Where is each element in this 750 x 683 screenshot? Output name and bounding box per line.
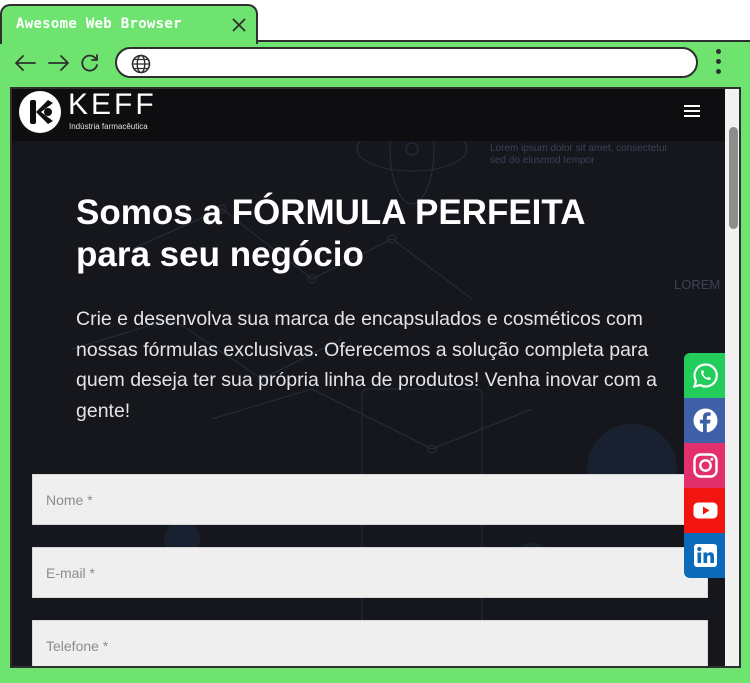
youtube-icon xyxy=(693,502,718,519)
facebook-icon xyxy=(693,408,718,433)
reload-icon[interactable] xyxy=(80,53,100,73)
linkedin-icon xyxy=(694,544,717,567)
hero-title-line2: para seu negócio xyxy=(76,235,364,274)
page-viewport: Lorem ipsum dolor sit amet, consectetur … xyxy=(10,87,741,668)
scrollbar-thumb[interactable] xyxy=(729,127,738,229)
address-bar[interactable] xyxy=(115,47,698,78)
forward-arrow-icon[interactable] xyxy=(47,53,71,73)
email-input[interactable] xyxy=(33,548,707,597)
name-input[interactable] xyxy=(33,475,707,524)
menu-kebab-icon[interactable] xyxy=(712,49,724,77)
logo-tagline: Indústria farmacêutica xyxy=(69,122,148,131)
hero-title: Somos a FÓRMULA PERFEITA para seu negóci… xyxy=(76,192,676,276)
url-input[interactable] xyxy=(161,53,681,73)
hamburger-menu-icon[interactable] xyxy=(684,105,700,118)
keff-logo-icon[interactable] xyxy=(17,89,63,135)
logo-wordmark: KEFF xyxy=(68,88,157,121)
social-youtube-button[interactable] xyxy=(684,488,726,533)
instagram-icon xyxy=(693,453,718,478)
name-field[interactable] xyxy=(32,474,708,525)
close-icon[interactable] xyxy=(231,17,247,33)
phone-field[interactable] xyxy=(32,620,708,666)
social-instagram-button[interactable] xyxy=(684,443,726,488)
email-field[interactable] xyxy=(32,547,708,598)
globe-icon xyxy=(131,54,151,74)
whatsapp-icon xyxy=(692,363,718,389)
browser-tab[interactable]: Awesome Web Browser xyxy=(0,4,258,44)
hero-title-line1: Somos a FÓRMULA PERFEITA xyxy=(76,193,586,232)
svg-text:LOREM: LOREM xyxy=(674,277,720,292)
scrollbar-track[interactable] xyxy=(725,89,739,666)
social-facebook-button[interactable] xyxy=(684,398,726,443)
phone-input[interactable] xyxy=(33,621,707,666)
tab-title: Awesome Web Browser xyxy=(16,16,182,32)
svg-text:Lorem ipsum dolor sit amet, co: Lorem ipsum dolor sit amet, consectetur xyxy=(490,143,669,154)
site-header: KEFF Indústria farmacêutica xyxy=(12,89,725,141)
social-whatsapp-button[interactable] xyxy=(684,353,726,398)
svg-text:sed do eiusmod tempor: sed do eiusmod tempor xyxy=(490,155,595,166)
hero-paragraph: Crie e desenvolva sua marca de encapsula… xyxy=(76,308,658,422)
social-linkedin-button[interactable] xyxy=(684,533,726,578)
back-arrow-icon[interactable] xyxy=(13,53,37,73)
